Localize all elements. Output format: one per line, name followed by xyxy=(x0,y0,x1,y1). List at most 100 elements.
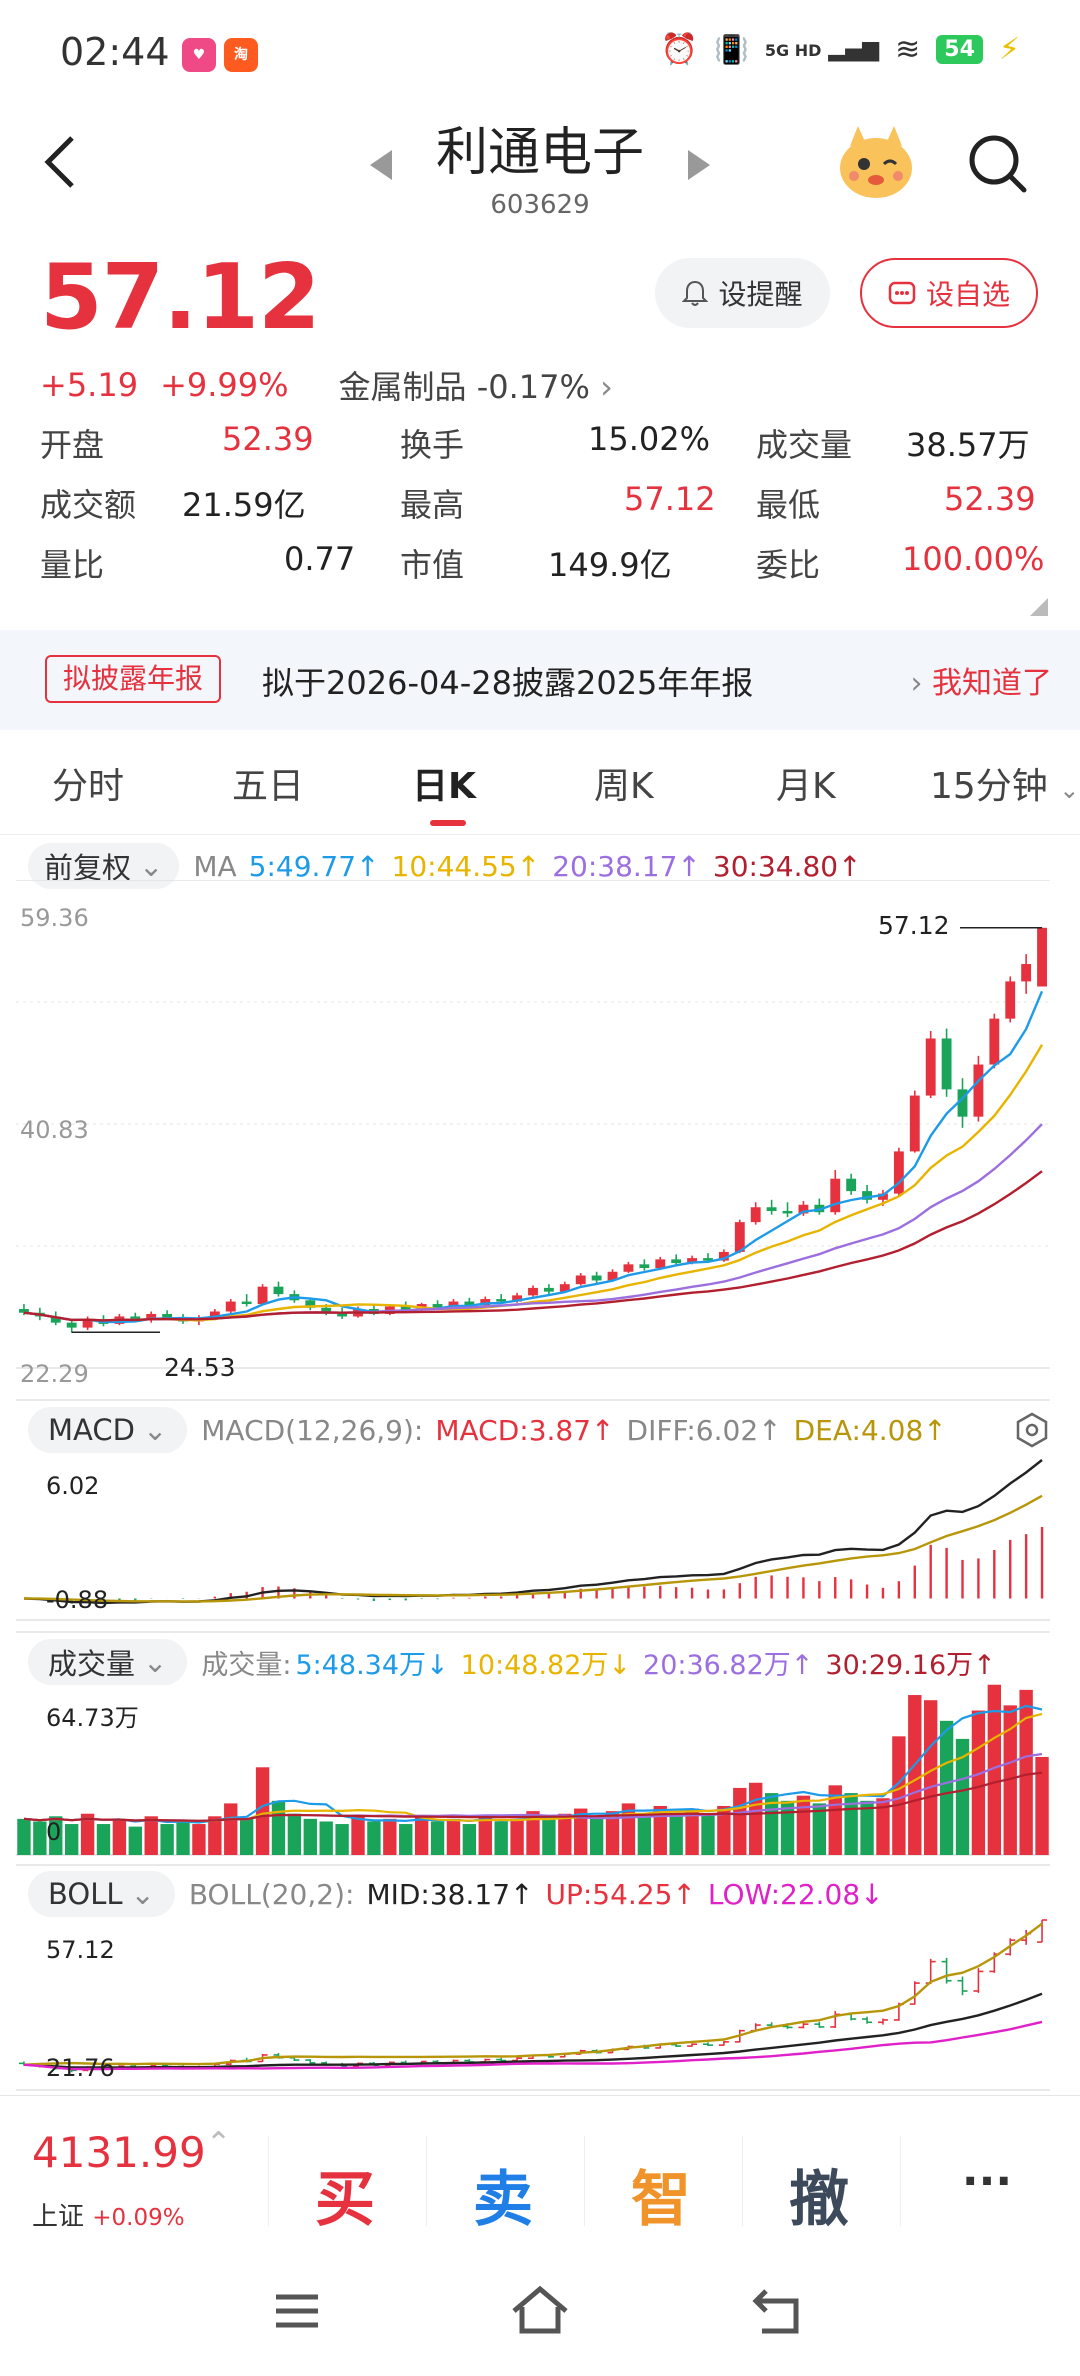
candle-body xyxy=(1021,964,1032,982)
cancel-order-button[interactable]: 撤 xyxy=(744,2151,894,2238)
tab-weekly-k[interactable]: 周K xyxy=(594,757,654,809)
volume-axis-bottom: 0 xyxy=(46,1818,61,1846)
price-change: +5.19 xyxy=(40,366,139,404)
system-nav-bar xyxy=(0,2265,1080,2376)
volume-bar xyxy=(128,1826,142,1855)
ma-values: MA 5:49.77↑ 10:44.55↑ 20:38.17↑ 30:34.80↑ xyxy=(193,850,873,883)
sector-link[interactable]: 金属制品 -0.17% › xyxy=(339,362,613,408)
chevron-right-icon: › xyxy=(600,368,613,406)
ma5-line xyxy=(23,990,1044,1324)
back-nav-icon[interactable] xyxy=(752,2287,804,2339)
tab-monthly-k[interactable]: 月K xyxy=(776,757,836,809)
volume-bar xyxy=(510,1818,524,1855)
chevron-down-icon: ⌄ xyxy=(1059,776,1080,804)
search-icon[interactable] xyxy=(966,132,1030,200)
ma5-value: 5:49.77↑ xyxy=(248,849,380,883)
volume-bar xyxy=(239,1818,254,1855)
boll-axis-top: 57.12 xyxy=(46,1936,115,1964)
sell-button[interactable]: 卖 xyxy=(428,2151,578,2238)
boll-axis-bottom: 21.76 xyxy=(46,2054,115,2082)
chevron-down-icon: ⌄ xyxy=(139,849,164,883)
ma20-value: 20:38.17↑ xyxy=(552,849,701,883)
mascot-icon[interactable] xyxy=(836,122,916,206)
notice-text: 拟于2026-04-28披露2025年年报 xyxy=(262,664,754,702)
active-tab-indicator xyxy=(430,820,466,826)
candle-body xyxy=(241,1301,252,1305)
tab-intraday[interactable]: 分时 xyxy=(52,757,124,809)
bell-icon xyxy=(682,280,709,306)
price-change-percent: +9.99% xyxy=(160,366,289,404)
next-stock-icon[interactable] xyxy=(686,148,712,186)
volume-bar xyxy=(367,1821,381,1855)
system-icons: ⏰ 📳 5G HD ▂▄▆ ≋ 54 ⚡ xyxy=(661,32,1020,67)
stat-value: 15.02% xyxy=(588,420,711,458)
add-watchlist-button[interactable]: 设自选 xyxy=(860,258,1038,328)
notice-dismiss-button[interactable]: › 我知道了 xyxy=(910,658,1052,702)
volume-bar xyxy=(33,1821,47,1855)
add-watchlist-label: 设自选 xyxy=(925,278,1010,311)
chevron-right-icon: › xyxy=(910,666,923,701)
tab-daily-k[interactable]: 日K xyxy=(412,757,476,809)
divider xyxy=(426,2136,427,2226)
volume-bar xyxy=(399,1824,413,1855)
stat-value: 100.00% xyxy=(902,540,1045,578)
candle-body xyxy=(543,1287,554,1292)
volume-bar xyxy=(224,1803,238,1855)
stat-label: 开盘 xyxy=(40,426,105,464)
volume-bar xyxy=(144,1816,158,1855)
volume-bar xyxy=(462,1824,477,1855)
candle-body xyxy=(671,1259,682,1264)
tab-15min[interactable]: 15分钟 ⌄ xyxy=(930,757,1079,809)
candle-body xyxy=(496,1299,507,1302)
diff-line xyxy=(23,1459,1043,1605)
candle-body xyxy=(846,1178,857,1192)
stock-code: 603629 xyxy=(490,190,590,220)
index-value: 4131.99 xyxy=(32,2128,206,2177)
price-axis-top: 59.36 xyxy=(20,904,89,932)
index-name-row: 上证 +0.09% xyxy=(32,2202,185,2232)
divider xyxy=(900,2136,901,2226)
candle-body xyxy=(591,1275,602,1281)
set-alert-button[interactable]: 设提醒 xyxy=(655,258,830,328)
volume-bar xyxy=(478,1816,492,1855)
volume-bar xyxy=(908,1695,922,1855)
stat-label: 成交额 xyxy=(40,486,137,524)
volume-bar xyxy=(844,1793,858,1855)
more-button[interactable]: ··· xyxy=(912,2156,1062,2207)
volume-bar xyxy=(112,1818,127,1855)
volume-bar xyxy=(192,1824,206,1855)
stat-value: 0.77 xyxy=(284,540,356,578)
volume-bar xyxy=(1019,1689,1033,1855)
volume-bar xyxy=(271,1800,286,1855)
set-alert-label: 设提醒 xyxy=(718,278,803,311)
home-nav-icon[interactable] xyxy=(510,2285,570,2339)
volume-bar xyxy=(1035,1756,1049,1855)
tab-five-day[interactable]: 五日 xyxy=(232,757,304,809)
stat-label: 市值 xyxy=(400,546,465,584)
candle-body xyxy=(830,1178,841,1213)
volume-bar xyxy=(446,1818,461,1855)
index-ticker[interactable]: 4131.99 ⌃ 上证 +0.09% xyxy=(0,2096,250,2266)
expand-corner-icon[interactable] xyxy=(1030,598,1048,620)
buy-button[interactable]: 买 xyxy=(270,2151,420,2238)
chevron-up-icon: ⌃ xyxy=(206,2126,232,2161)
bottom-trade-bar: 4131.99 ⌃ 上证 +0.09% 买 卖 智 撤 ··· xyxy=(0,2095,1080,2265)
menu-nav-icon[interactable] xyxy=(272,2289,322,2337)
volume-bar xyxy=(64,1824,79,1855)
stats-row: 成交额 21.59亿 最高 57.12 最低 52.39 xyxy=(40,480,1040,536)
candle-body xyxy=(750,1207,761,1223)
alarm-icon: ⏰ xyxy=(660,32,699,67)
volume-bar xyxy=(733,1787,747,1855)
macd-axis-bottom: -0.88 xyxy=(46,1586,108,1614)
candle-body xyxy=(623,1264,634,1272)
signal-icon: 5G HD ▂▄▆ xyxy=(764,37,880,62)
volume-bar xyxy=(796,1795,811,1855)
stat-value: 52.39 xyxy=(944,480,1036,518)
price-axis-bottom: 22.29 xyxy=(20,1360,89,1388)
kline-chart[interactable]: 59.36 40.83 22.29 57.12 24.53 6.02 -0.88… xyxy=(0,880,1080,2100)
smart-trade-button[interactable]: 智 xyxy=(586,2151,736,2238)
volume-bar xyxy=(414,1816,429,1855)
ma10-value: 10:44.55↑ xyxy=(391,849,541,883)
candle-body xyxy=(782,1210,793,1214)
divider xyxy=(584,2136,585,2226)
